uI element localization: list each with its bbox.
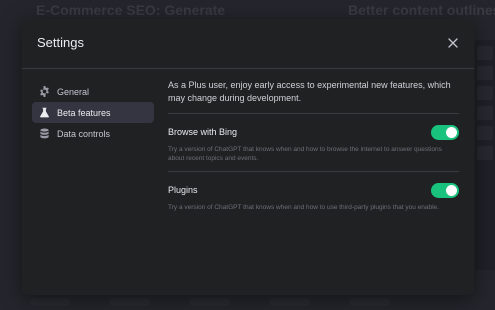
setting-name: Plugins [168,185,198,195]
settings-content: As a Plus user, enjoy early access to ex… [168,79,459,220]
settings-modal: Settings General Beta features Data cont… [22,19,474,295]
sidebar-item-data-controls[interactable]: Data controls [32,123,154,144]
settings-sidebar: General Beta features Data controls [32,81,154,144]
beta-intro-text: As a Plus user, enjoy early access to ex… [168,79,459,114]
database-icon [38,128,50,140]
modal-title: Settings [37,35,84,50]
toggle-knob [446,184,457,196]
gear-icon [38,86,50,98]
sidebar-item-label: Beta features [57,107,111,118]
setting-plugins: Plugins Try a version of ChatGPT that kn… [168,172,459,220]
close-icon [448,38,458,48]
setting-description: Try a version of ChatGPT that knows when… [168,204,439,211]
plugins-toggle[interactable] [431,182,459,198]
sidebar-item-label: General [57,86,90,97]
sidebar-item-label: Data controls [57,128,111,139]
browse-with-bing-toggle[interactable] [431,124,459,140]
modal-header: Settings [22,19,474,69]
setting-description: Try a version of ChatGPT that knows when… [168,146,442,162]
toggle-knob [446,126,457,138]
setting-browse-with-bing: Browse with Bing Try a version of ChatGP… [168,114,459,172]
sidebar-item-beta-features[interactable]: Beta features [32,102,154,123]
flask-icon [38,107,50,119]
setting-name: Browse with Bing [168,127,238,137]
sidebar-item-general[interactable]: General [32,81,154,102]
close-button[interactable] [446,36,460,50]
